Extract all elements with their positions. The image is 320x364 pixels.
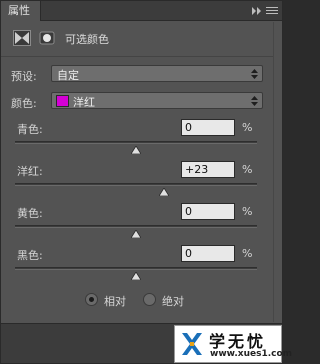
cyan-unit: % (242, 121, 253, 134)
relative-radio[interactable] (85, 293, 98, 306)
preset-label: 预设: (11, 70, 37, 83)
logo-url: www.xues1.com (210, 349, 293, 359)
magenta-slider-thumb[interactable] (158, 186, 170, 197)
cyan-input[interactable]: 0 (181, 119, 235, 136)
scrollbar[interactable] (273, 22, 282, 322)
magenta-unit: % (242, 163, 253, 176)
colors-dropdown[interactable]: 洋红 (51, 92, 263, 109)
colors-label: 颜色: (11, 97, 37, 110)
yellow-label: 黄色: (17, 207, 43, 220)
collapse-icon[interactable] (250, 5, 264, 17)
watermark-logo: 学无忧 www.xues1.com (174, 325, 292, 363)
black-unit: % (242, 247, 253, 260)
magenta-slider-track[interactable] (15, 183, 257, 186)
panel-tab-bar: 属性 (1, 1, 282, 21)
cyan-label: 青色: (17, 123, 43, 136)
black-label: 黑色: (17, 249, 43, 262)
panel-menu-icon[interactable] (266, 5, 278, 17)
absolute-label: 绝对 (162, 295, 184, 308)
adjustment-title: 可选颜色 (65, 33, 109, 46)
adjustment-header: 可选颜色 (1, 23, 282, 53)
tab-properties[interactable]: 属性 (1, 1, 41, 21)
divider (1, 56, 273, 57)
yellow-input[interactable]: 0 (181, 203, 235, 220)
yellow-unit: % (242, 205, 253, 218)
logo-mark-icon (180, 330, 204, 358)
relative-label: 相对 (104, 295, 126, 308)
magenta-label: 洋红: (17, 165, 43, 178)
color-swatch (56, 95, 69, 107)
layer-mask-icon[interactable] (39, 30, 55, 46)
properties-panel: 属性 可选颜色 预设: 自定 颜色: 洋红 青色: 0 % 洋红: +23 % … (0, 0, 292, 364)
magenta-input[interactable]: +23 (181, 161, 235, 178)
cyan-slider-thumb[interactable] (130, 144, 142, 155)
selective-color-icon[interactable] (13, 30, 31, 46)
black-input[interactable]: 0 (181, 245, 235, 262)
yellow-slider-thumb[interactable] (130, 228, 142, 239)
preset-value: 自定 (57, 69, 79, 82)
preset-dropdown[interactable]: 自定 (51, 65, 263, 82)
absolute-radio[interactable] (143, 293, 156, 306)
colors-value: 洋红 (73, 96, 95, 109)
black-slider-thumb[interactable] (130, 270, 142, 281)
updown-arrows-icon (251, 68, 258, 80)
updown-arrows-icon (251, 95, 258, 107)
